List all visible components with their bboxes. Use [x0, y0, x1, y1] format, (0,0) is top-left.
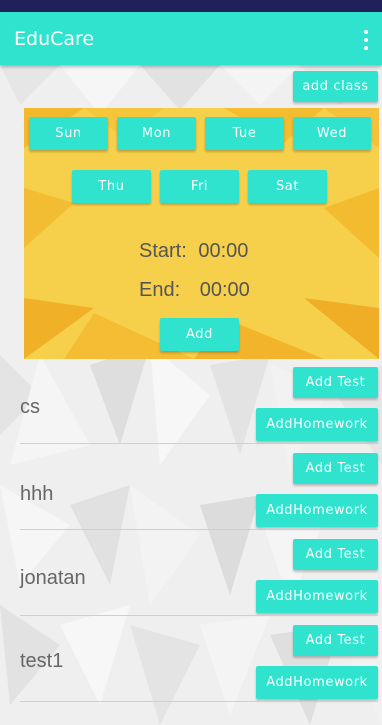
row-divider: [20, 701, 378, 702]
row-divider: [20, 443, 378, 444]
add-homework-button[interactable]: AddHomework: [256, 580, 378, 613]
day-wed-button[interactable]: Wed: [293, 117, 371, 150]
add-homework-button[interactable]: AddHomework: [256, 494, 378, 527]
start-time-row: Start: 00:00: [139, 240, 248, 263]
class-name[interactable]: hhh: [20, 483, 53, 506]
add-test-button[interactable]: Add Test: [293, 453, 378, 484]
day-tue-button[interactable]: Tue: [205, 117, 284, 150]
start-time-value[interactable]: 00:00: [198, 240, 248, 262]
status-bar: [0, 0, 382, 12]
row-divider: [20, 529, 378, 530]
class-name[interactable]: jonatan: [20, 567, 86, 590]
day-thu-button[interactable]: Thu: [72, 170, 151, 203]
add-schedule-button[interactable]: Add: [160, 318, 239, 351]
add-test-button[interactable]: Add Test: [293, 367, 378, 398]
end-label: End:: [139, 279, 181, 301]
end-time-row: End: 00:00: [139, 279, 250, 302]
day-fri-button[interactable]: Fri: [160, 170, 239, 203]
app-bar: EduCare: [0, 12, 382, 65]
overflow-menu-icon[interactable]: [364, 30, 368, 50]
day-sat-button[interactable]: Sat: [248, 170, 327, 203]
day-mon-button[interactable]: Mon: [117, 117, 196, 150]
add-class-button[interactable]: add class: [293, 71, 378, 102]
add-test-button[interactable]: Add Test: [293, 539, 378, 570]
start-label: Start:: [139, 240, 187, 262]
row-divider: [20, 615, 378, 616]
day-sun-button[interactable]: Sun: [29, 117, 108, 150]
add-test-button[interactable]: Add Test: [293, 625, 378, 656]
app-title: EduCare: [14, 27, 95, 50]
add-homework-button[interactable]: AddHomework: [256, 666, 378, 699]
add-homework-button[interactable]: AddHomework: [256, 408, 378, 441]
class-name[interactable]: test1: [20, 650, 63, 673]
end-time-value[interactable]: 00:00: [200, 279, 250, 301]
class-name[interactable]: cs: [20, 396, 40, 419]
